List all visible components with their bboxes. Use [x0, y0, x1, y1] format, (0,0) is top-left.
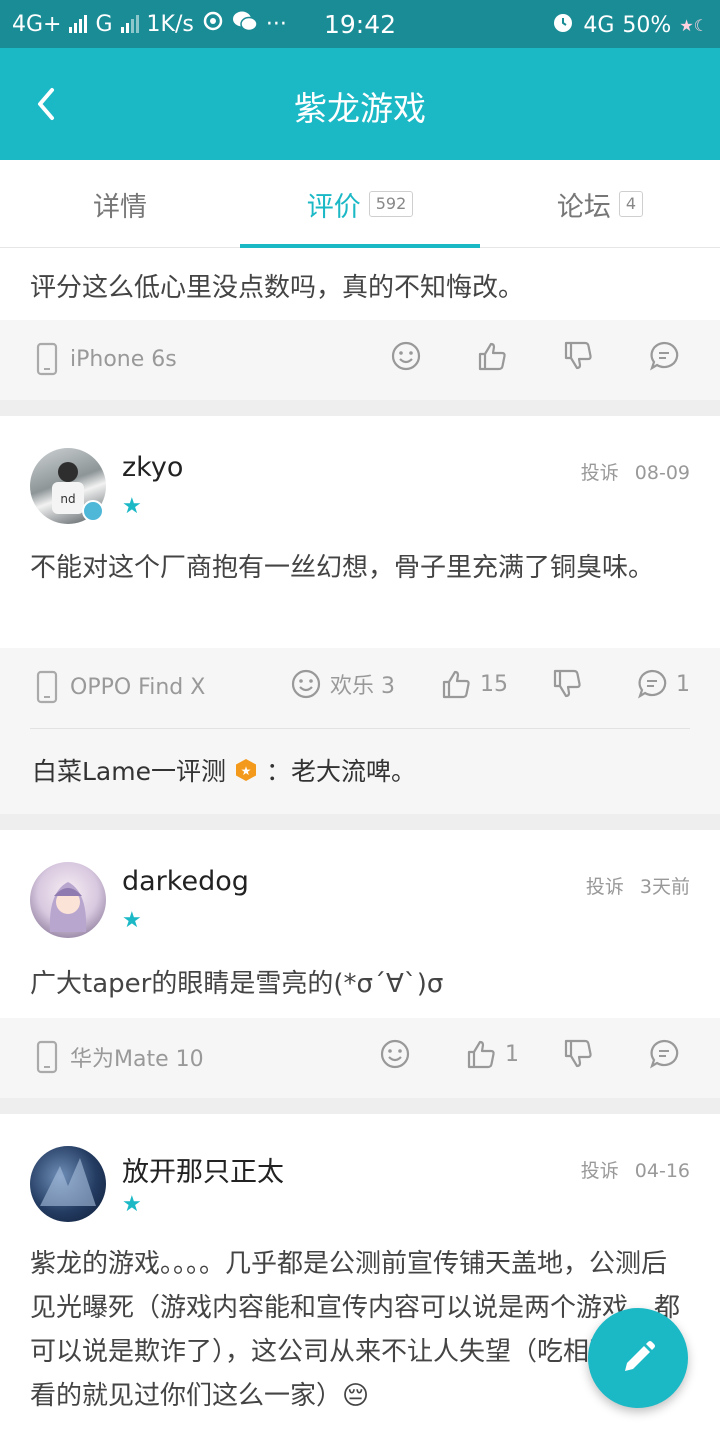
verified-badge-icon — [82, 500, 104, 522]
tab-bar: 详情 评价 592 论坛 4 — [0, 160, 720, 248]
review-action-bar: OPPO Find X 欢乐 3 15 1 白菜Lame一评测 ★ ：老大流啤。 — [0, 648, 720, 814]
report-link[interactable]: 投诉 — [586, 876, 624, 898]
comment-count: 1 — [676, 671, 690, 697]
editor-badge-icon: ★ — [235, 759, 256, 781]
tab-details-label: 详情 — [93, 191, 147, 223]
review-action-bar: iPhone 6s — [0, 320, 720, 400]
review-text: 紫龙的游戏。。。。几乎都是公测前宣传铺天盖地，公测后见光曝死（游戏内容能和宣传内… — [30, 1249, 681, 1411]
thumbs-up-icon — [478, 342, 506, 371]
comment-icon — [650, 341, 679, 371]
comment-button[interactable] — [648, 1038, 680, 1070]
svg-text:★: ★ — [241, 764, 252, 778]
write-review-button[interactable] — [588, 1308, 688, 1408]
happy-button[interactable] — [390, 340, 422, 372]
review-action-bar: 华为Mate 10 1 — [0, 1018, 720, 1098]
review-date: 08-09 — [634, 462, 690, 484]
review-meta: 投诉 04-16 — [581, 1156, 690, 1183]
happy-button[interactable]: 欢乐 3 — [290, 668, 395, 700]
battery-label: 50% — [622, 12, 672, 38]
comment-icon — [638, 669, 667, 699]
avatar[interactable] — [30, 862, 106, 938]
page-title: 紫龙游戏 — [294, 89, 426, 128]
comment-icon — [650, 1039, 679, 1069]
dislike-button[interactable] — [562, 340, 594, 372]
review-card: darkedog ★ 投诉 3天前 广大taper的眼睛是雪亮的(*σ´∀`)σ… — [0, 830, 720, 1098]
smiley-icon — [291, 669, 321, 699]
username[interactable]: 放开那只正太 — [122, 1150, 284, 1189]
tab-reviews-label: 评价 — [306, 191, 361, 223]
phone-icon — [36, 670, 58, 704]
status-bar: 4G+ G 1K/s ··· 19:42 4G 50% ★☾ — [0, 0, 720, 48]
dislike-button[interactable] — [562, 1038, 594, 1070]
dislike-button[interactable] — [551, 668, 583, 700]
review-date: 04-16 — [634, 1160, 690, 1182]
comment-button[interactable]: 1 — [636, 668, 690, 700]
reply-divider — [30, 728, 690, 729]
report-link[interactable]: 投诉 — [581, 462, 619, 484]
smiley-icon — [380, 1039, 410, 1069]
device-info: 华为Mate 10 — [36, 1040, 204, 1074]
reply-text: ：老大流啤。 — [265, 757, 416, 786]
rating-stars: ★ — [122, 1192, 142, 1217]
tab-forum[interactable]: 论坛 4 — [480, 160, 720, 248]
review-date: 3天前 — [639, 876, 690, 898]
network-right-label: 4G — [583, 12, 615, 38]
review-meta: 投诉 3天前 — [586, 872, 690, 899]
thumbs-up-icon — [442, 670, 470, 699]
review-text: 不能对这个厂商抱有一丝幻想，骨子里充满了铜臭味。 — [30, 553, 655, 583]
svg-text:nd: nd — [60, 492, 75, 506]
review-text: 广大taper的眼睛是雪亮的(*σ´∀`)σ — [30, 969, 444, 999]
like-button[interactable]: 1 — [465, 1038, 519, 1070]
username[interactable]: darkedog — [122, 866, 249, 897]
happy-count: 欢乐 3 — [330, 674, 395, 699]
device-label: iPhone 6s — [70, 346, 177, 372]
tab-details[interactable]: 详情 — [0, 160, 240, 248]
tab-forum-label: 论坛 — [556, 191, 611, 223]
device-label: 华为Mate 10 — [70, 1047, 204, 1072]
reply-username[interactable]: 白菜Lame一评测 — [32, 752, 226, 788]
divider — [0, 400, 720, 416]
like-button[interactable]: 15 — [440, 668, 508, 700]
phone-icon — [36, 1040, 58, 1074]
review-text: 评分这么低心里没点数吗，真的不知悔改。 — [30, 273, 525, 303]
like-button[interactable] — [476, 340, 508, 372]
like-count: 15 — [480, 671, 508, 697]
report-link[interactable]: 投诉 — [581, 1160, 619, 1182]
like-count: 1 — [505, 1041, 519, 1067]
thumbs-down-icon — [553, 669, 581, 698]
comment-button[interactable] — [648, 340, 680, 372]
thumbs-up-icon — [467, 1040, 495, 1069]
tab-forum-count: 4 — [618, 191, 644, 217]
status-right: 4G 50% ★☾ — [551, 10, 708, 40]
rating-stars: ★ — [122, 908, 142, 933]
reply-item[interactable]: 白菜Lame一评测 ★ ：老大流啤。 — [32, 752, 416, 788]
phone-icon — [36, 342, 58, 376]
smiley-icon — [391, 341, 421, 371]
pencil-icon — [625, 1341, 655, 1371]
app-bar: 紫龙游戏 — [0, 48, 720, 160]
divider — [0, 814, 720, 830]
divider — [0, 1098, 720, 1114]
device-info: iPhone 6s — [36, 342, 177, 376]
review-card: 评分这么低心里没点数吗，真的不知悔改。 iPhone 6s — [0, 248, 720, 400]
alarm-icon — [551, 10, 575, 40]
weather-icon: ★☾ — [679, 15, 708, 35]
device-label: OPPO Find X — [70, 674, 206, 700]
thumbs-down-icon — [564, 341, 592, 370]
rating-stars: ★ — [122, 494, 142, 519]
thumbs-down-icon — [564, 1039, 592, 1068]
device-info: OPPO Find X — [36, 670, 205, 704]
tab-reviews-count: 592 — [368, 191, 414, 217]
tab-reviews[interactable]: 评价 592 — [240, 160, 480, 248]
review-card: nd zkyo ★ 投诉 08-09 不能对这个厂商抱有一丝幻想，骨子里充满了铜… — [0, 416, 720, 814]
review-meta: 投诉 08-09 — [581, 458, 690, 485]
username[interactable]: zkyo — [122, 452, 183, 483]
happy-button[interactable] — [379, 1038, 411, 1070]
avatar[interactable] — [30, 1146, 106, 1222]
